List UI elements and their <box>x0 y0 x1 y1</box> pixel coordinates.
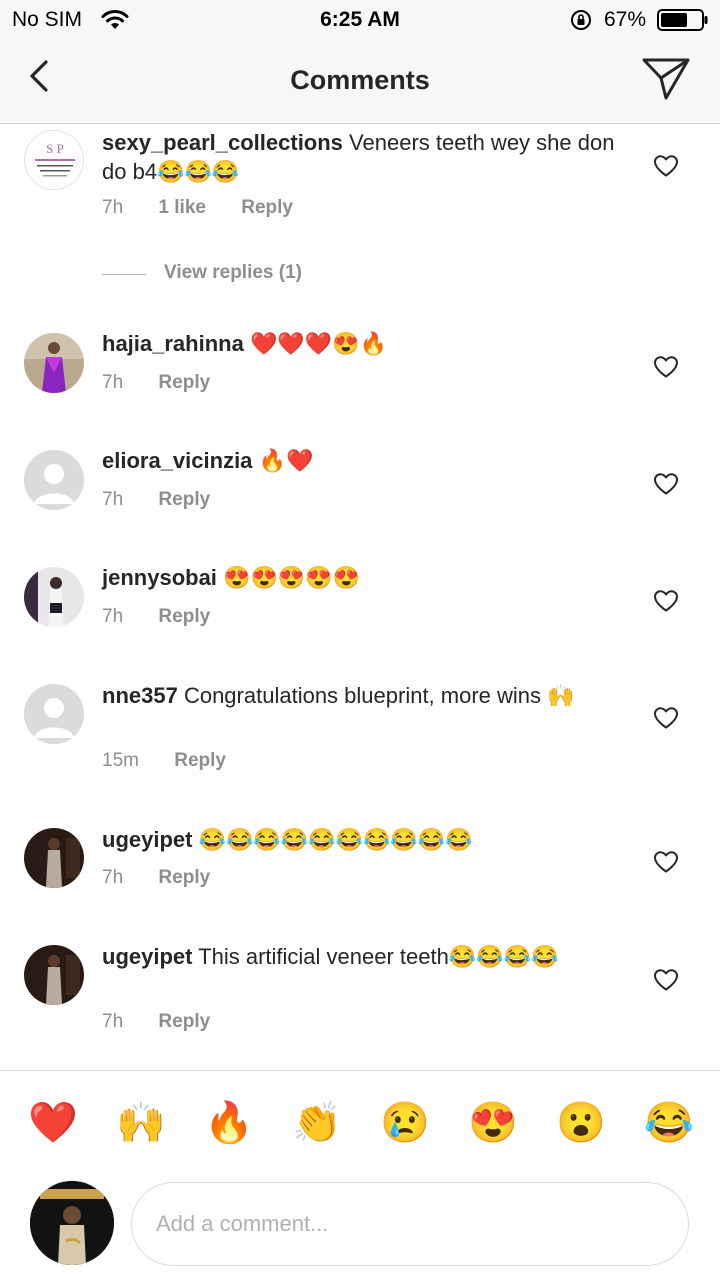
heart-outline-icon[interactable] <box>653 355 679 379</box>
brand-logo-icon: S P <box>26 132 83 189</box>
comment-time: 7h <box>102 606 124 627</box>
paper-plane-icon[interactable] <box>640 56 692 102</box>
comment-body: This artificial veneer teeth😂😂😂😂 <box>198 944 559 969</box>
avatar[interactable] <box>24 945 84 1005</box>
comment-text: jennysobai 😍😍😍😍😍 <box>102 563 632 592</box>
profile-photo-icon <box>24 945 84 1005</box>
avatar[interactable] <box>24 828 84 888</box>
view-replies-button[interactable]: View replies (1) <box>102 262 422 288</box>
reply-button[interactable]: Reply <box>158 1011 210 1032</box>
reply-button[interactable]: Reply <box>158 606 210 627</box>
heart-outline-icon[interactable] <box>653 472 679 496</box>
surprised-emoji-button[interactable]: 😮 <box>556 1099 606 1147</box>
comment-text: ugeyipet This artificial veneer teeth😂😂😂… <box>102 942 632 971</box>
crying-emoji-button[interactable]: 😢 <box>380 1099 430 1147</box>
comment-username[interactable]: jennysobai <box>102 565 217 590</box>
heart-outline-icon[interactable] <box>653 968 679 992</box>
comment-text: eliora_vicinzia 🔥❤️ <box>102 446 632 475</box>
comment-body: 😂😂😂😂😂😂😂😂😂😂 <box>198 827 473 852</box>
reply-button[interactable]: Reply <box>158 867 210 888</box>
raised-hands-emoji-button[interactable]: 🙌 <box>116 1099 166 1147</box>
profile-photo-icon <box>24 333 84 393</box>
comment-username[interactable]: sexy_pearl_collections <box>102 130 343 155</box>
avatar[interactable] <box>24 333 84 393</box>
clapping-emoji-button[interactable]: 👏 <box>292 1099 342 1147</box>
comment-time: 7h <box>102 867 124 888</box>
comment-username[interactable]: nne357 <box>102 683 178 708</box>
battery-percent: 67% <box>604 8 647 31</box>
comment-meta: 7h Reply <box>102 1011 240 1033</box>
default-avatar-icon <box>24 450 84 510</box>
comment-body: Congratulations blueprint, more wins 🙌 <box>183 683 575 708</box>
comment-time: 7h <box>102 197 124 218</box>
reply-button[interactable]: Reply <box>158 489 210 510</box>
comment-composer <box>0 1176 720 1280</box>
header-bar: Comments <box>0 40 720 124</box>
avatar[interactable]: S P <box>24 130 84 190</box>
fire-emoji-button[interactable]: 🔥 <box>204 1099 254 1147</box>
comment-body: ❤️❤️❤️😍🔥 <box>249 331 387 356</box>
comment-meta: 7h Reply <box>102 489 240 511</box>
comment-text: hajia_rahinna ❤️❤️❤️😍🔥 <box>102 329 632 358</box>
comment-like-count[interactable]: 1 like <box>158 197 206 218</box>
heart-emoji-button[interactable]: ❤️ <box>28 1099 78 1147</box>
comment-time: 7h <box>102 1011 124 1032</box>
heart-outline-icon[interactable] <box>653 850 679 874</box>
page-title: Comments <box>290 65 430 95</box>
my-avatar <box>30 1181 114 1265</box>
avatar[interactable] <box>24 450 84 510</box>
heart-outline-icon[interactable] <box>653 589 679 613</box>
reply-button[interactable]: Reply <box>174 750 226 771</box>
comment-body: 😍😍😍😍😍 <box>223 565 361 590</box>
heart-outline-icon[interactable] <box>653 706 679 730</box>
avatar[interactable] <box>24 684 84 744</box>
comment-meta: 7h 1 like Reply <box>102 197 323 219</box>
profile-photo-icon <box>24 567 84 627</box>
comment-input[interactable] <box>131 1182 689 1266</box>
quick-emoji-bar: ❤️ 🙌 🔥 👏 😢 😍 😮 😂 <box>0 1070 720 1176</box>
comment-meta: 7h Reply <box>102 867 240 889</box>
divider <box>102 274 146 275</box>
rotation-lock-icon <box>571 10 591 30</box>
svg-text:S P: S P <box>46 141 64 156</box>
profile-photo-icon <box>24 828 84 888</box>
comment-text: ugeyipet 😂😂😂😂😂😂😂😂😂😂 <box>102 825 632 854</box>
comment-username[interactable]: ugeyipet <box>102 944 192 969</box>
laughing-emoji-button[interactable]: 😂 <box>644 1099 694 1147</box>
comment-username[interactable]: ugeyipet <box>102 827 192 852</box>
view-replies-label: View replies (1) <box>164 262 302 283</box>
comment-text: sexy_pearl_collections Veneers teeth wey… <box>102 128 632 186</box>
heart-outline-icon[interactable] <box>653 154 679 178</box>
comment-time: 7h <box>102 489 124 510</box>
comment-meta: 7h Reply <box>102 372 240 394</box>
comment-time: 7h <box>102 372 124 393</box>
status-bar: No SIM 6:25 AM 67% <box>0 0 720 40</box>
comment-body: 🔥❤️ <box>258 448 314 473</box>
comment-time: 15m <box>102 750 139 771</box>
comment-meta: 7h Reply <box>102 606 240 628</box>
reply-button[interactable]: Reply <box>158 372 210 393</box>
reply-button[interactable]: Reply <box>241 197 293 218</box>
heart-eyes-emoji-button[interactable]: 😍 <box>468 1099 518 1147</box>
avatar[interactable] <box>24 567 84 627</box>
default-avatar-icon <box>24 684 84 744</box>
battery-icon <box>657 9 708 31</box>
comment-meta: 15m Reply <box>102 750 256 772</box>
comment-text: nne357 Congratulations blueprint, more w… <box>102 681 632 710</box>
comment-username[interactable]: hajia_rahinna <box>102 331 244 356</box>
profile-photo-icon <box>30 1181 114 1265</box>
comment-username[interactable]: eliora_vicinzia <box>102 448 252 473</box>
